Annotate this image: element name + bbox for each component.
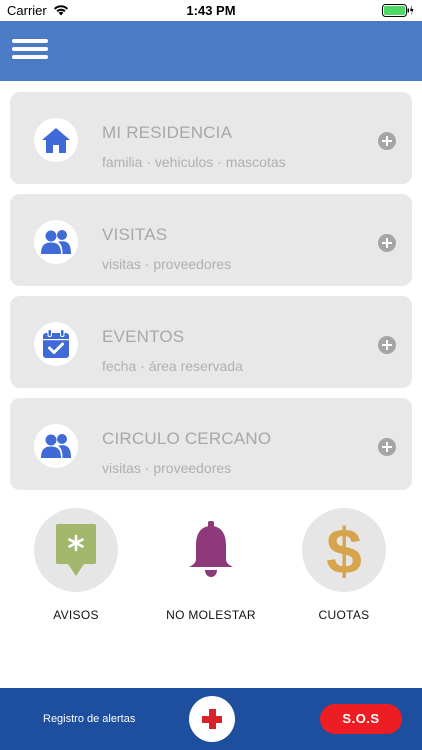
- registro-alertas-link[interactable]: Registro de alertas: [43, 713, 135, 725]
- bell-icon: [169, 508, 253, 592]
- action-label: AVISOS: [53, 608, 99, 622]
- hamburger-menu-icon[interactable]: [12, 39, 48, 63]
- plus-icon[interactable]: [378, 438, 396, 456]
- sos-button[interactable]: S.O.S: [320, 704, 402, 734]
- cuotas-button[interactable]: $ CUOTAS: [289, 508, 399, 622]
- header-bar: [0, 21, 422, 81]
- card-title: VISITAS: [102, 225, 168, 244]
- people-icon: [34, 220, 78, 264]
- clock: 1:43 PM: [186, 3, 236, 18]
- no-molestar-button[interactable]: NO MOLESTAR: [156, 508, 266, 622]
- card-visitas[interactable]: VISITAS visitas · proveedores: [10, 194, 412, 286]
- people-icon: [34, 424, 78, 468]
- svg-text:$: $: [326, 519, 362, 581]
- card-mi-residencia[interactable]: MI RESIDENCIA familia · vehiculos · masc…: [10, 92, 412, 184]
- card-subtitle: familia · vehiculos · mascotas: [102, 154, 286, 170]
- card-eventos[interactable]: EVENTOS fecha · área reservada: [10, 296, 412, 388]
- card-title: EVENTOS: [102, 327, 185, 346]
- battery-icon: [382, 4, 414, 20]
- status-bar: Carrier 1:43 PM: [0, 0, 422, 21]
- card-subtitle: visitas · proveedores: [102, 256, 232, 272]
- plus-icon[interactable]: [378, 132, 396, 150]
- red-cross-icon[interactable]: [189, 696, 235, 742]
- action-label: NO MOLESTAR: [166, 608, 256, 622]
- avisos-button[interactable]: AVISOS: [21, 508, 131, 622]
- card-subtitle: fecha · área reservada: [102, 358, 243, 374]
- notice-icon: [34, 508, 118, 592]
- card-title: CIRCULO CERCANO: [102, 429, 272, 448]
- card-title: MI RESIDENCIA: [102, 123, 233, 142]
- home-icon: [34, 118, 78, 162]
- plus-icon[interactable]: [378, 234, 396, 252]
- action-label: CUOTAS: [318, 608, 370, 622]
- dollar-icon: $: [302, 508, 386, 592]
- calendar-check-icon: [34, 322, 78, 366]
- card-subtitle: visitas · proveedores: [102, 460, 232, 476]
- bottom-bar: Registro de alertas S.O.S: [0, 688, 422, 750]
- card-circulo-cercano[interactable]: CIRCULO CERCANO visitas · proveedores: [10, 398, 412, 490]
- plus-icon[interactable]: [378, 336, 396, 354]
